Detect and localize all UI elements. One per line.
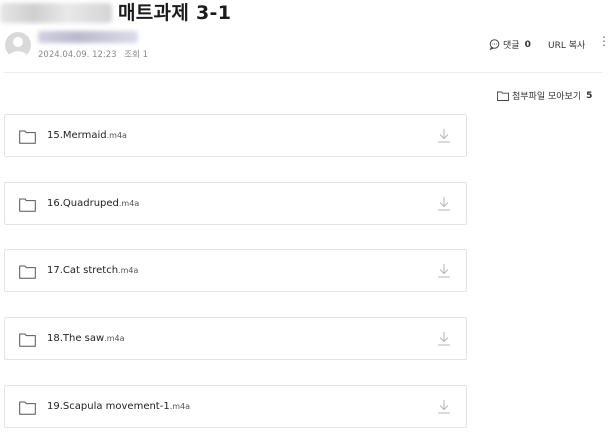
post-title: 매트과제 3-1 — [118, 2, 232, 24]
folder-icon — [19, 198, 36, 212]
download-icon[interactable] — [437, 331, 451, 346]
post-date: 2024.04.09. 12:23 — [38, 50, 117, 60]
download-icon[interactable] — [437, 196, 451, 211]
attachment-name: 15.Mermaid — [47, 130, 107, 141]
comment-button[interactable]: 댓글 0 — [489, 38, 531, 51]
comment-bubble-icon — [489, 39, 500, 50]
attachment-name: 16.Quadruped — [47, 198, 119, 209]
attachment-extension: .m4a — [169, 402, 191, 411]
attachment-extension: .m4a — [104, 334, 125, 343]
folder-icon — [497, 91, 509, 101]
download-icon[interactable] — [437, 128, 451, 143]
download-icon[interactable] — [437, 263, 451, 278]
attachment-extension: .m4a — [118, 199, 140, 208]
attachments-count: 5 — [586, 90, 593, 101]
url-copy-button[interactable]: URL 복사 — [548, 38, 585, 51]
attachment-name: 19.Scapula movement-1 — [47, 401, 170, 412]
attachment-name: 17.Cat stretch — [47, 265, 119, 276]
attachment-name: 18.The saw — [47, 333, 105, 344]
attachment-item[interactable]: 16.Quadruped.m4a — [4, 182, 467, 225]
attachment-item[interactable]: 17.Cat stretch.m4a — [4, 249, 467, 292]
attachment-name-wrap: 17.Cat stretch.m4a — [47, 265, 138, 276]
blurred-category-label — [0, 3, 112, 23]
attachment-name-wrap: 15.Mermaid.m4a — [47, 130, 127, 141]
post-views: 조회 1 — [124, 50, 149, 60]
attachments-view-all-label: 첨부파일 모아보기 — [512, 92, 582, 102]
avatar[interactable] — [5, 32, 31, 58]
download-icon[interactable] — [437, 399, 451, 414]
attachment-item[interactable]: 19.Scapula movement-1.m4a — [4, 385, 467, 428]
folder-icon — [19, 130, 36, 144]
attachment-item[interactable]: 15.Mermaid.m4a — [4, 114, 467, 157]
folder-icon — [19, 333, 36, 347]
author-name-blurred[interactable] — [38, 31, 138, 43]
post-meta: 2024.04.09. 12:23 조회 1 — [38, 48, 153, 60]
folder-icon — [19, 401, 36, 415]
default-avatar-icon — [8, 37, 28, 58]
attachment-extension: .m4a — [118, 266, 139, 275]
title-row: 매트과제 3-1 — [0, 0, 612, 30]
attachment-extension: .m4a — [106, 131, 127, 140]
folder-icon — [19, 265, 36, 279]
attachment-name-wrap: 18.The saw.m4a — [47, 333, 125, 344]
comment-count: 0 — [524, 39, 531, 50]
attachment-item[interactable]: 18.The saw.m4a — [4, 317, 467, 360]
attachment-name-wrap: 16.Quadruped.m4a — [47, 198, 139, 209]
more-options-icon[interactable]: ⋮ — [598, 34, 610, 48]
attachment-name-wrap: 19.Scapula movement-1.m4a — [47, 401, 190, 412]
attachments-view-all-button[interactable]: 첨부파일 모아보기 5 — [497, 89, 592, 102]
header-divider — [4, 72, 602, 73]
author-row: 2024.04.09. 12:23 조회 1 댓글 0 URL 복사 ⋮ — [0, 30, 612, 64]
comment-label: 댓글 — [503, 41, 520, 51]
